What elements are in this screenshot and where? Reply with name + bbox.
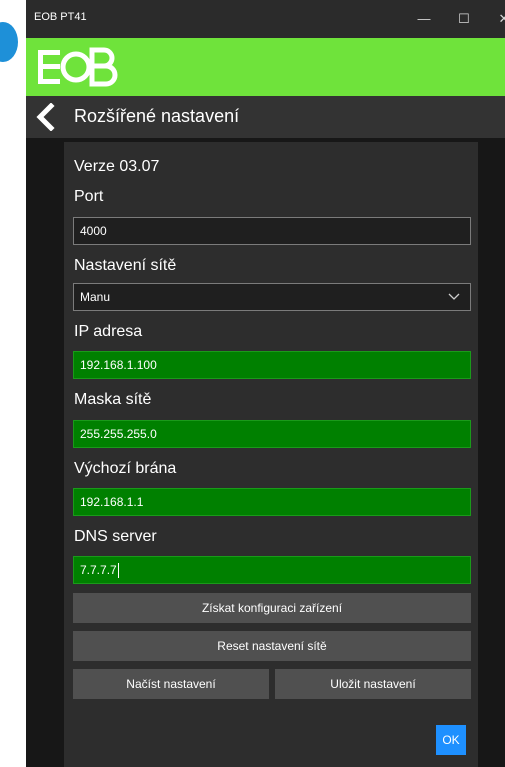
- chevron-down-icon: [448, 293, 460, 300]
- window-title: EOB PT41: [34, 11, 87, 23]
- version-label: Verze 03.07: [74, 158, 160, 175]
- subnet-mask-input[interactable]: 255.255.255.0: [73, 420, 471, 448]
- app-window: EOB PT41 — ☐ ✕ Rozšířené nastavení Verze…: [26, 0, 505, 767]
- network-settings-label: Nastavení sítě: [74, 257, 177, 274]
- reset-network-button[interactable]: Reset nastavení sítě: [73, 631, 471, 661]
- ip-address-input[interactable]: 192.168.1.100: [73, 351, 471, 379]
- background-blue-circle: [0, 22, 18, 62]
- load-settings-button[interactable]: Načíst nastavení: [73, 669, 269, 699]
- eob-logo: [38, 47, 118, 87]
- gateway-input[interactable]: 192.168.1.1: [73, 488, 471, 516]
- settings-panel: Verze 03.07 Port 4000 Nastavení sítě Man…: [64, 142, 478, 767]
- maximize-icon[interactable]: ☐: [444, 6, 484, 32]
- ip-address-label: IP adresa: [74, 323, 143, 340]
- dns-server-input[interactable]: 7.7.7.7: [73, 556, 471, 584]
- text-caret: [117, 563, 119, 579]
- title-bar: EOB PT41 — ☐ ✕: [26, 0, 505, 38]
- close-icon[interactable]: ✕: [484, 6, 505, 32]
- save-settings-button[interactable]: Uložit nastavení: [275, 669, 471, 699]
- back-arrow-icon[interactable]: [34, 103, 58, 131]
- gateway-label: Výchozí brána: [74, 460, 177, 477]
- page-title: Rozšířené nastavení: [74, 106, 240, 126]
- dns-server-value: 7.7.7.7: [80, 563, 117, 577]
- port-label: Port: [74, 188, 104, 205]
- port-input[interactable]: 4000: [73, 217, 471, 245]
- page-header: Rozšířené nastavení: [26, 96, 505, 138]
- dns-server-label: DNS server: [74, 528, 157, 545]
- network-mode-value: Manu: [80, 290, 111, 304]
- minimize-icon[interactable]: —: [404, 6, 444, 32]
- subnet-mask-label: Maska sítě: [74, 391, 152, 408]
- ok-button[interactable]: OK: [436, 725, 466, 755]
- get-config-button[interactable]: Získat konfiguraci zařízení: [73, 593, 471, 623]
- network-mode-select[interactable]: Manu: [73, 283, 471, 311]
- brand-bar: [26, 38, 505, 96]
